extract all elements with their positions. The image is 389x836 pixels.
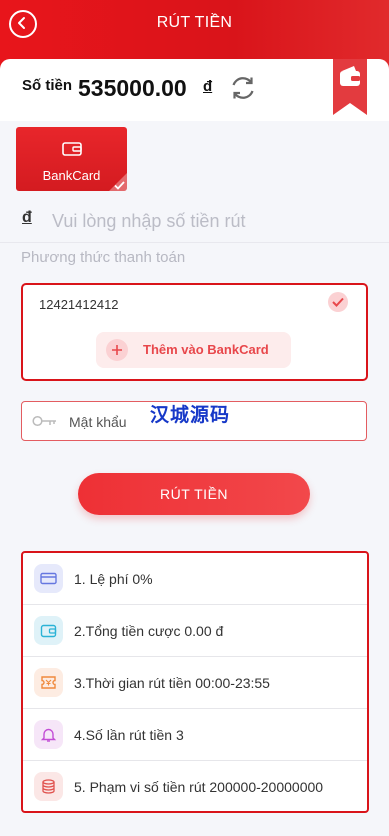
coins-icon bbox=[34, 772, 63, 801]
fee-card-icon bbox=[34, 564, 63, 593]
info-item-total-bet: 2.Tổng tiền cược 0.00 đ bbox=[23, 605, 367, 657]
amount-input[interactable] bbox=[50, 206, 374, 236]
info-text: 3.Thời gian rút tiền 00:00-23:55 bbox=[74, 675, 270, 691]
info-text: 1. Lệ phí 0% bbox=[74, 571, 153, 587]
account-number[interactable]: 12421412412 bbox=[39, 297, 119, 312]
withdraw-info-box: 1. Lệ phí 0% 2.Tổng tiền cược 0.00 đ 3.T… bbox=[21, 551, 369, 813]
add-bankcard-button[interactable]: Thêm vào BankCard bbox=[96, 332, 291, 368]
info-text: 2.Tổng tiền cược 0.00 đ bbox=[74, 623, 224, 639]
payment-method-label: Phương thức thanh toán bbox=[21, 249, 186, 266]
info-item-fee: 1. Lệ phí 0% bbox=[23, 553, 367, 605]
bell-icon bbox=[34, 720, 63, 749]
wallet-ribbon-icon bbox=[333, 59, 367, 115]
wallet-icon bbox=[34, 616, 63, 645]
plus-icon bbox=[106, 339, 128, 361]
bankcard-method-tile[interactable]: BankCard bbox=[16, 127, 127, 191]
balance-card: Số tiền 535000.00 đ bbox=[0, 59, 389, 121]
page-title: RÚT TIỀN bbox=[156, 14, 233, 31]
wallet-icon bbox=[62, 142, 82, 156]
balance-currency: đ bbox=[203, 78, 213, 95]
amount-row: đ bbox=[0, 200, 389, 243]
withdraw-button[interactable]: RÚT TIỀN bbox=[78, 473, 310, 515]
check-icon bbox=[114, 181, 125, 190]
info-item-range: 5. Phạm vi số tiền rút 200000-20000000 bbox=[23, 761, 367, 811]
amount-currency: đ bbox=[22, 209, 32, 226]
selected-check-icon[interactable] bbox=[328, 292, 348, 312]
info-text: 5. Phạm vi số tiền rút 200000-20000000 bbox=[74, 779, 324, 795]
refresh-icon[interactable] bbox=[229, 74, 257, 102]
balance-amount: 535000.00 bbox=[78, 75, 187, 101]
balance-label: Số tiền bbox=[22, 77, 73, 94]
info-text: 4.Số lần rút tiền 3 bbox=[74, 727, 184, 743]
info-item-count: 4.Số lần rút tiền 3 bbox=[23, 709, 367, 761]
info-item-time: 3.Thời gian rút tiền 00:00-23:55 bbox=[23, 657, 367, 709]
key-icon bbox=[32, 415, 56, 427]
add-bankcard-label: Thêm vào BankCard bbox=[143, 342, 269, 357]
watermark-text: 汉城源码 bbox=[150, 405, 231, 426]
bank-account-box: 12421412412 Thêm vào BankCard bbox=[21, 283, 368, 381]
ticket-icon bbox=[34, 668, 63, 697]
